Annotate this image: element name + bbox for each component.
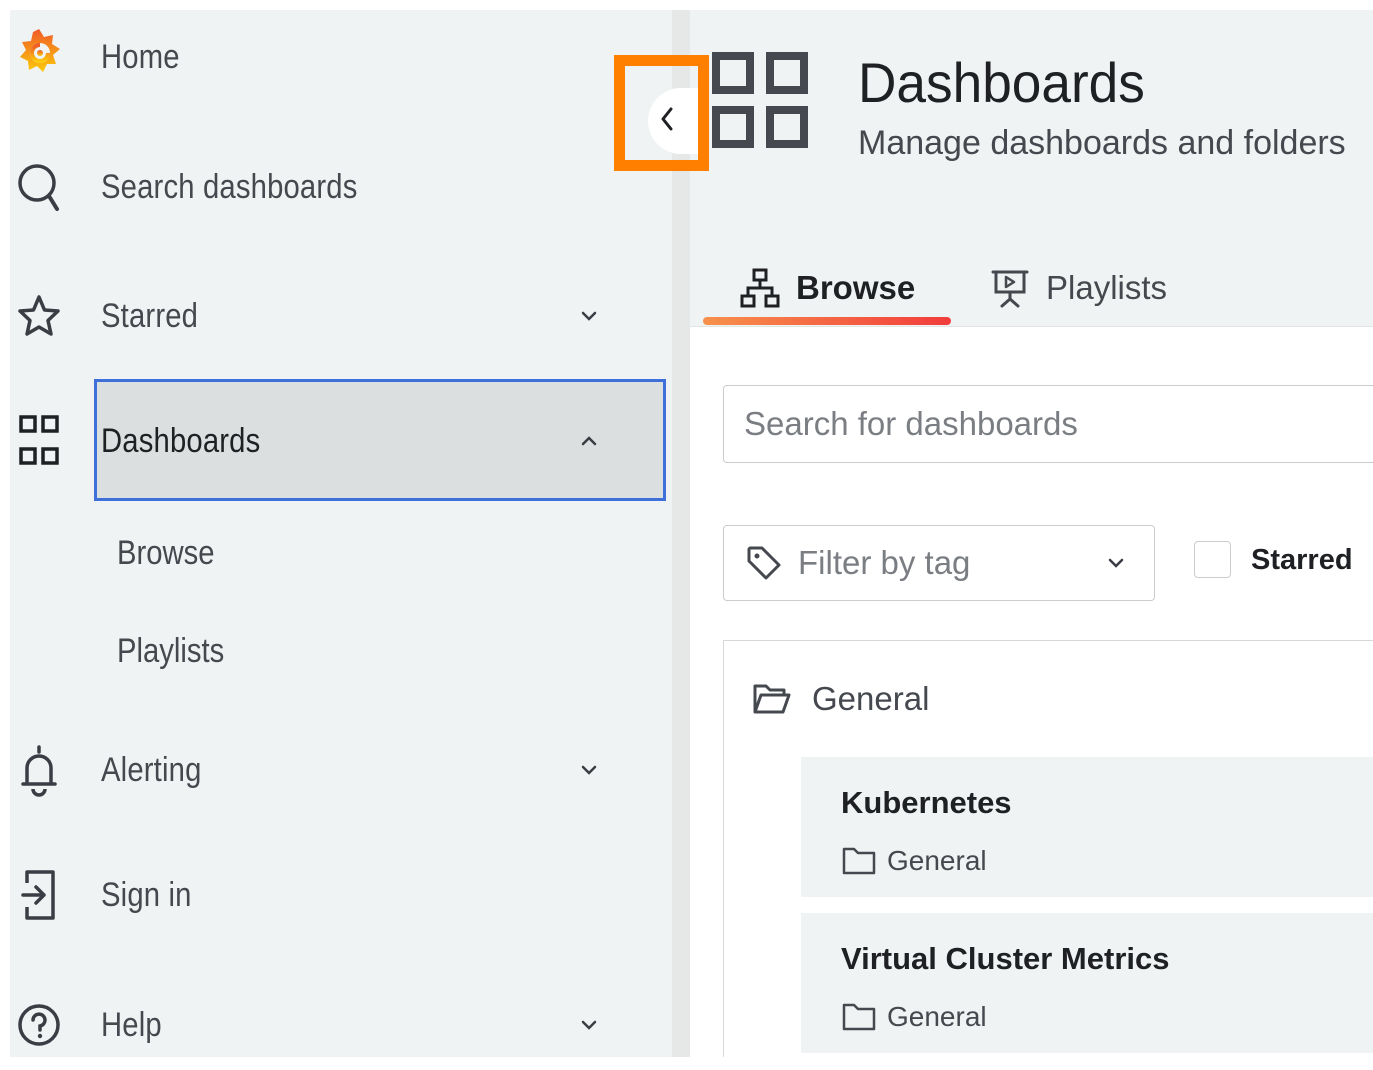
sidebar: Home Search dashboards Starred Dashboard…	[10, 10, 672, 1057]
chevron-left-icon	[658, 104, 676, 139]
folder-label: General	[812, 680, 930, 717]
dashboard-folder-label: General	[887, 845, 987, 876]
tab-playlists[interactable]: Playlists	[990, 258, 1167, 318]
tag-filter-select[interactable]: Filter by tag	[723, 525, 1155, 601]
main-content: Dashboards Manage dashboards and folders…	[690, 10, 1373, 1057]
chevron-up-icon[interactable]	[578, 430, 600, 452]
dashboard-title: Kubernetes	[841, 785, 1012, 820]
chevron-down-icon[interactable]	[578, 1014, 600, 1036]
chevron-down-icon[interactable]	[578, 305, 600, 327]
page-subtitle: Manage dashboards and folders	[858, 124, 1346, 162]
nav-label-dashboards: Dashboards	[101, 421, 261, 460]
nav-item-home[interactable]: Home	[10, 12, 672, 102]
search-input[interactable]	[723, 385, 1373, 463]
bell-icon	[16, 745, 62, 797]
folder-open-icon	[752, 679, 792, 719]
subnav-browse[interactable]: Browse	[117, 534, 215, 573]
active-tab-indicator	[703, 317, 951, 325]
dashboard-item[interactable]: Virtual Cluster Metrics General	[801, 913, 1373, 1053]
nav-item-starred[interactable]: Starred	[10, 271, 672, 361]
dashboard-title: Virtual Cluster Metrics	[841, 941, 1170, 976]
nav-label-alerting: Alerting	[101, 750, 202, 789]
chevron-down-icon	[1104, 551, 1128, 575]
nav-label-starred: Starred	[101, 296, 199, 335]
presentation-icon	[990, 268, 1030, 308]
sidebar-divider[interactable]	[672, 10, 690, 1057]
dashboard-folder: General	[841, 843, 987, 879]
tag-filter-placeholder: Filter by tag	[798, 544, 971, 581]
folder-icon	[841, 999, 877, 1035]
tag-icon	[744, 543, 784, 583]
grafana-logo-icon	[16, 29, 62, 80]
folder-icon	[841, 843, 877, 879]
nav-item-alerting[interactable]: Alerting	[10, 725, 672, 815]
dashboard-results-list: General Kubernetes General Virtual Clust…	[723, 640, 1373, 1057]
dashboard-folder-label: General	[887, 1001, 987, 1032]
page-title: Dashboards	[858, 51, 1145, 114]
subnav-playlists[interactable]: Playlists	[117, 632, 224, 671]
apps-grid-icon	[16, 415, 62, 465]
header-border	[690, 326, 1373, 327]
apps-grid-icon	[710, 50, 810, 150]
starred-checkbox[interactable]	[1194, 541, 1231, 578]
nav-label-sign-in: Sign in	[101, 875, 192, 914]
nav-item-search[interactable]: Search dashboards	[10, 142, 672, 232]
question-circle-icon	[16, 1002, 62, 1048]
tab-browse[interactable]: Browse	[740, 258, 915, 318]
search-icon	[16, 164, 62, 211]
chevron-down-icon[interactable]	[578, 759, 600, 781]
dashboard-item[interactable]: Kubernetes General	[801, 757, 1373, 897]
nav-item-dashboards[interactable]: Dashboards	[10, 379, 672, 503]
nav-label-home: Home	[101, 37, 180, 76]
sitemap-icon	[740, 268, 780, 308]
folder-general-row[interactable]: General	[752, 679, 929, 719]
nav-label-help: Help	[101, 1005, 162, 1044]
nav-item-sign-in[interactable]: Sign in	[10, 850, 672, 940]
tab-playlists-label: Playlists	[1046, 269, 1168, 306]
tab-browse-label: Browse	[796, 269, 916, 306]
sign-in-icon	[16, 870, 62, 920]
nav-label-search: Search dashboards	[101, 167, 358, 206]
star-icon	[16, 293, 62, 339]
starred-checkbox-label[interactable]: Starred	[1251, 544, 1353, 577]
dashboard-folder: General	[841, 999, 987, 1035]
